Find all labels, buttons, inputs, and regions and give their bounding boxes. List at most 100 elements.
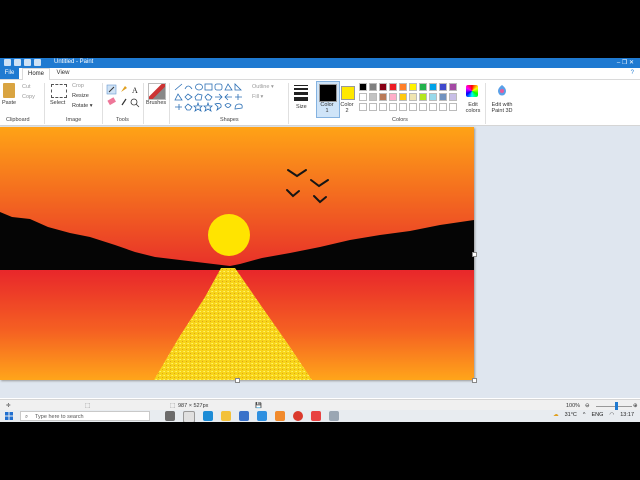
weather-icon[interactable]: ☁ (553, 412, 559, 418)
paint3d-icon[interactable] (496, 84, 508, 98)
tab-home[interactable]: Home (22, 68, 50, 80)
window-controls[interactable]: – ❐ ✕ (617, 59, 634, 66)
palette-swatch[interactable] (389, 103, 397, 111)
zoom-slider[interactable] (596, 406, 632, 407)
palette-swatch[interactable] (359, 83, 367, 91)
palette-swatch[interactable] (419, 83, 427, 91)
palette-swatch[interactable] (379, 83, 387, 91)
app-icon[interactable] (275, 411, 285, 421)
palette-swatch[interactable] (409, 83, 417, 91)
task-view-icon[interactable] (165, 411, 175, 421)
store-icon[interactable] (239, 411, 249, 421)
palette-swatch[interactable] (419, 103, 427, 111)
ribbon-divider (288, 83, 289, 124)
color1-swatch[interactable] (319, 84, 337, 102)
palette-swatch[interactable] (449, 83, 457, 91)
resize-handle-right[interactable] (472, 252, 477, 257)
size-icon[interactable] (294, 85, 308, 101)
color2-swatch[interactable] (341, 86, 355, 100)
palette-swatch[interactable] (399, 93, 407, 101)
resize-handle-bottom[interactable] (235, 378, 240, 383)
ribbon-divider (485, 83, 486, 124)
palette-swatch[interactable] (399, 83, 407, 91)
palette-swatch[interactable] (359, 103, 367, 111)
tab-file[interactable]: File (0, 68, 19, 79)
canvas-size: 987 × 527px (178, 403, 209, 409)
file-explorer-icon[interactable] (221, 411, 231, 421)
tray-chevron-icon[interactable]: ^ (583, 412, 586, 418)
palette-swatch[interactable] (429, 83, 437, 91)
recorder-icon[interactable] (311, 411, 321, 421)
ribbon: Paste Cut Copy Clipboard Select Crop Res… (0, 80, 640, 126)
edit-colors-icon[interactable] (466, 85, 478, 97)
palette-swatch[interactable] (449, 103, 457, 111)
undo-icon[interactable] (24, 59, 31, 66)
palette-swatch[interactable] (389, 83, 397, 91)
crop-button[interactable]: Crop (72, 83, 84, 89)
paint-taskbar-icon[interactable] (329, 411, 339, 421)
palette-swatch[interactable] (409, 93, 417, 101)
palette-swatch[interactable] (359, 93, 367, 101)
brushes-icon[interactable] (148, 83, 166, 100)
palette-swatch[interactable] (439, 93, 447, 101)
palette-swatch[interactable] (379, 103, 387, 111)
workspace (0, 126, 640, 398)
wifi-icon[interactable]: ◠ (609, 412, 614, 418)
fill-dropdown[interactable]: Fill ▾ (252, 94, 263, 100)
save-icon[interactable] (14, 59, 21, 66)
palette-swatch[interactable] (399, 103, 407, 111)
resize-button[interactable]: Resize (72, 93, 89, 99)
cut-button[interactable]: Cut (22, 84, 31, 90)
size-button[interactable]: Size (296, 104, 307, 110)
mail-icon[interactable] (257, 411, 267, 421)
resize-handle-corner[interactable] (472, 378, 477, 383)
edge-icon[interactable] (203, 411, 213, 421)
copy-button[interactable]: Copy (22, 94, 35, 100)
palette-swatch[interactable] (369, 83, 377, 91)
canvas-size-icon: ⬚ (170, 403, 176, 409)
sunset-drawing (0, 127, 474, 380)
tab-view[interactable]: View (52, 68, 74, 79)
rotate-button[interactable]: Rotate ▾ (72, 103, 93, 109)
weather-temp[interactable]: 31°C (565, 412, 577, 418)
edit-colors-button[interactable]: Edit colors (464, 102, 482, 114)
group-label-clipboard: Clipboard (6, 117, 30, 123)
tools-icons[interactable]: A (106, 84, 142, 110)
chrome-icon[interactable] (293, 411, 303, 421)
palette-swatch[interactable] (429, 93, 437, 101)
paste-button[interactable]: Paste (2, 100, 16, 106)
drawing-canvas[interactable] (0, 127, 477, 383)
taskbar-search-input[interactable]: ⌕ Type here to search (20, 411, 150, 421)
ribbon-divider (169, 83, 170, 124)
ribbon-divider (102, 83, 103, 124)
redo-icon[interactable] (34, 59, 41, 66)
palette-swatch[interactable] (429, 103, 437, 111)
select-button[interactable]: Select (50, 100, 65, 106)
paste-icon[interactable] (3, 83, 15, 98)
palette-swatch[interactable] (439, 83, 447, 91)
palette-swatch[interactable] (409, 103, 417, 111)
palette-swatch[interactable] (369, 103, 377, 111)
palette-swatch[interactable] (419, 93, 427, 101)
windows-start-icon[interactable] (5, 412, 13, 420)
zoom-in-button[interactable]: ⊕ (633, 403, 638, 409)
palette-swatch[interactable] (379, 93, 387, 101)
color1-label[interactable]: Color 1 (319, 102, 335, 114)
zoom-level: 100% (566, 403, 581, 409)
palette-swatch[interactable] (369, 93, 377, 101)
select-icon[interactable] (51, 84, 67, 98)
palette-swatch[interactable] (389, 93, 397, 101)
brushes-button[interactable]: Brushes (146, 100, 166, 106)
zoom-slider-thumb[interactable] (615, 402, 618, 410)
palette-swatch[interactable] (439, 103, 447, 111)
color2-label[interactable]: Color 2 (340, 102, 354, 114)
widgets-icon[interactable] (183, 411, 195, 422)
clock[interactable]: 13:17 (620, 412, 634, 418)
language-indicator[interactable]: ENG (592, 412, 604, 418)
zoom-out-button[interactable]: ⊖ (585, 403, 590, 409)
help-icon[interactable]: ? (631, 70, 634, 76)
outline-dropdown[interactable]: Outline ▾ (252, 84, 274, 90)
shapes-gallery[interactable] (173, 83, 247, 113)
edit-with-paint3d-button[interactable]: Edit with Paint 3D (488, 102, 516, 114)
palette-swatch[interactable] (449, 93, 457, 101)
